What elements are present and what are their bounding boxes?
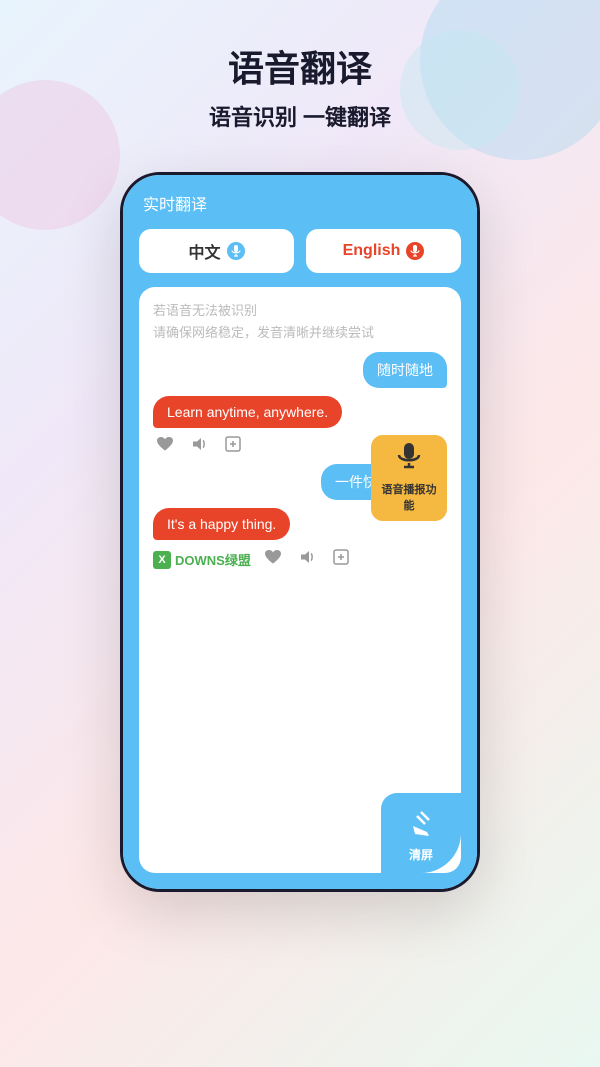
chat-container: 若语音无法被识别 请确保网络稳定，发音清晰并继续尝试 随时随地 Learn an… bbox=[139, 287, 461, 873]
msg-row-1: 随时随地 bbox=[153, 352, 447, 388]
broom-icon bbox=[407, 810, 435, 844]
header-section: 语音翻译 语音识别 一键翻译 bbox=[0, 0, 600, 152]
share-icon-1[interactable] bbox=[221, 432, 245, 456]
speaker-icon-1[interactable] bbox=[187, 432, 211, 456]
tooltip-popup[interactable]: 语音播报功能 bbox=[371, 435, 447, 521]
chinese-lang-label: 中文 bbox=[188, 239, 220, 263]
msg-bubble-english-1: Learn anytime, anywhere. bbox=[153, 396, 342, 428]
app-title-bar: 实时翻译 bbox=[139, 191, 461, 215]
phone-screen: 实时翻译 中文 English bbox=[123, 175, 477, 889]
english-lang-label: English bbox=[343, 242, 401, 260]
tooltip-mic-icon bbox=[396, 443, 422, 477]
chinese-lang-btn[interactable]: 中文 bbox=[139, 229, 294, 273]
heart-icon-2[interactable] bbox=[261, 545, 285, 569]
speaker-icon-2[interactable] bbox=[295, 545, 319, 569]
watermark-x: X bbox=[153, 551, 171, 569]
hint-line2: 请确保网络稳定，发音清晰并继续尝试 bbox=[153, 323, 447, 343]
hint-text: 若语音无法被识别 请确保网络稳定，发音清晰并继续尝试 bbox=[153, 301, 447, 344]
tooltip-label: 语音播报功能 bbox=[381, 481, 437, 513]
clear-btn-label: 清屏 bbox=[409, 846, 433, 863]
app-title: 语音翻译 bbox=[20, 40, 580, 92]
msg-bubble-english-2: It's a happy thing. bbox=[153, 508, 290, 540]
lang-row: 中文 English bbox=[139, 229, 461, 273]
phone-mockup: 实时翻译 中文 English bbox=[120, 172, 480, 892]
watermark: X DOWNS绿盟 bbox=[153, 550, 251, 569]
share-icon-2[interactable] bbox=[329, 545, 353, 569]
app-subtitle: 语音识别 一键翻译 bbox=[20, 100, 580, 132]
watermark-text: DOWNS绿盟 bbox=[175, 550, 251, 569]
action-icons-2: X DOWNS绿盟 bbox=[153, 544, 447, 569]
heart-icon-1[interactable] bbox=[153, 432, 177, 456]
chinese-mic-icon bbox=[227, 242, 245, 260]
english-lang-btn[interactable]: English bbox=[306, 229, 461, 273]
clear-btn[interactable]: 清屏 bbox=[381, 793, 461, 873]
hint-line1: 若语音无法被识别 bbox=[153, 301, 447, 321]
english-mic-icon bbox=[406, 242, 424, 260]
msg-bubble-chinese-1: 随时随地 bbox=[363, 352, 447, 388]
phone-wrapper: 实时翻译 中文 English bbox=[0, 152, 600, 892]
